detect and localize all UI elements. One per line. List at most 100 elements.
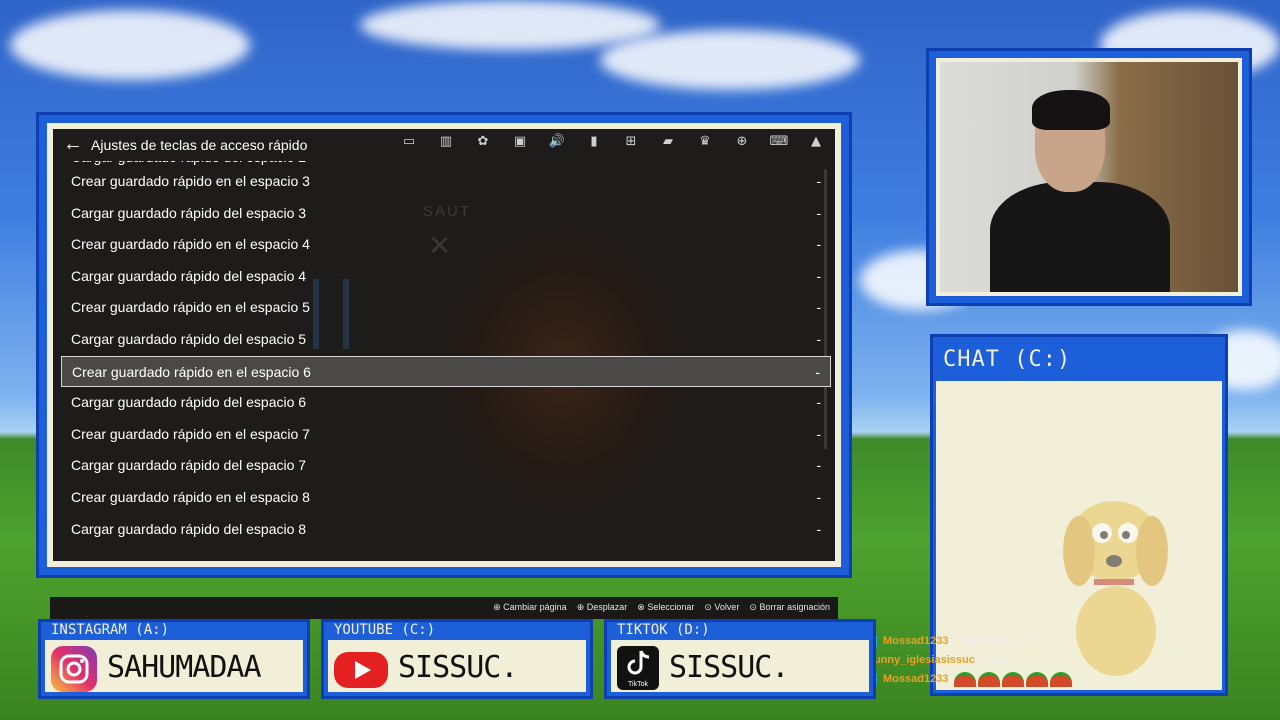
- social-label: YOUTUBE (C:): [334, 622, 436, 638]
- hint-label: Borrar asignación: [759, 602, 830, 612]
- hotkey-binding: -: [816, 520, 821, 537]
- chat-message: Bunny_iglesiasissuc X salto: [866, 651, 1166, 670]
- cpu-icon[interactable]: ▥: [435, 134, 457, 149]
- emote-icon: [953, 671, 976, 687]
- chat-title: CHAT (C:): [943, 347, 1072, 372]
- hint-label: Seleccionar: [647, 602, 695, 612]
- webcam-frame-inner: [936, 58, 1242, 296]
- hotkey-row[interactable]: Cargar guardado rápido del espacio 7 -: [61, 450, 831, 482]
- hint-scroll: ⊕ Desplazar: [576, 602, 628, 612]
- hotkey-list: Cargar guardado rápido del espacio 2- Cr…: [61, 152, 831, 545]
- hotkey-label: Crear guardado rápido en el espacio 3: [71, 173, 310, 189]
- chat-text: Amigo dale a la X: [950, 635, 1038, 647]
- social-label: INSTAGRAM (A:): [51, 622, 170, 638]
- hotkey-label: Cargar guardado rápido del espacio 7: [71, 457, 307, 474]
- emote-icon: [1025, 671, 1048, 687]
- streamer-hair: [1032, 90, 1110, 130]
- emulator-frame: SAUT ✕ ← Ajustes de teclas de acceso ráp…: [36, 112, 852, 578]
- emote-icon: [1001, 671, 1024, 687]
- keyboard-icon[interactable]: ⌨: [768, 134, 790, 149]
- hotkey-label: Cargar guardado rápido del espacio 3: [71, 204, 307, 221]
- hint-label: Volver: [714, 602, 740, 612]
- chat-message: ▶Mossad1233 Amigo dale a la X: [866, 632, 1166, 651]
- youtube-icon: [334, 652, 388, 688]
- social-label: TIKTOK (D:): [617, 622, 710, 638]
- tiktok-caption: TikTok: [628, 681, 648, 688]
- hotkey-row[interactable]: Crear guardado rápido en el espacio 3 -: [61, 166, 831, 198]
- hotkey-label: Crear guardado rápido en el espacio 8: [71, 488, 310, 505]
- hotkey-label: Crear guardado rápido en el espacio 7: [71, 425, 310, 442]
- hint-label: Cambiar página: [503, 602, 567, 612]
- hotkey-binding: -: [815, 363, 820, 380]
- audio-icon[interactable]: 🔊: [546, 134, 568, 149]
- social-box: TikTok SISSUC.: [611, 640, 869, 692]
- settings-category-tabs: ▭ ▥ ✿ ▣ 🔊 ▮ ⊞ ▰ ♛ ⊕ ⌨ ▲: [398, 134, 827, 149]
- social-handle[interactable]: SAHUMADAA: [107, 650, 262, 685]
- emulator-frame-inner: SAUT ✕ ← Ajustes de teclas de acceso ráp…: [47, 123, 841, 567]
- cloud: [600, 30, 860, 90]
- hotkey-binding: -: [816, 394, 821, 411]
- hotkey-settings-window: SAUT ✕ ← Ajustes de teclas de acceso ráp…: [53, 129, 835, 561]
- hotkey-binding: -: [816, 236, 821, 253]
- hint-back: ⊙ Volver: [704, 602, 740, 612]
- hotkey-binding: -: [816, 299, 821, 316]
- page-title: Ajustes de teclas de acceso rápido: [91, 137, 308, 153]
- social-handle[interactable]: SISSUC.: [398, 650, 518, 685]
- hotkey-row[interactable]: Crear guardado rápido en el espacio 5 -: [61, 292, 831, 324]
- hotkey-binding: -: [816, 267, 821, 284]
- emote-icon: [1049, 671, 1072, 687]
- social-handle[interactable]: SISSUC.: [669, 650, 789, 685]
- hotkey-row[interactable]: Cargar guardado rápido del espacio 8 -: [61, 514, 831, 546]
- webcam-frame: [926, 48, 1252, 306]
- trophy-icon[interactable]: ♛: [694, 134, 716, 149]
- instagram-panel: INSTAGRAM (A:) SAHUMADAA: [38, 619, 310, 699]
- social-box: SISSUC.: [328, 640, 586, 692]
- gamepad-icon[interactable]: ⊕: [731, 134, 753, 149]
- emote-icon: [977, 671, 1000, 687]
- hotkey-row[interactable]: Crear guardado rápido en el espacio 8 -: [61, 482, 831, 514]
- display-icon[interactable]: ▭: [398, 134, 420, 149]
- hint-select: ⊗ Seleccionar: [637, 602, 695, 612]
- network-icon[interactable]: ⊞: [620, 134, 642, 149]
- hotkey-label: Cargar guardado rápido del espacio 6: [71, 394, 307, 411]
- chat-messages: ▶Mossad1233 Amigo dale a la X Bunny_igle…: [866, 632, 1166, 689]
- tiktok-panel: TIKTOK (D:) TikTok SISSUC.: [604, 619, 876, 699]
- hotkey-binding: -: [816, 457, 821, 474]
- controller-hints-bar: ⊕ Cambiar página ⊕ Desplazar ⊗ Seleccion…: [50, 597, 838, 619]
- hotkey-label: Crear guardado rápido en el espacio 5: [71, 299, 310, 316]
- chat-username[interactable]: Mossad1233: [883, 673, 948, 685]
- image-icon[interactable]: ▣: [509, 134, 531, 149]
- system-icon[interactable]: ✿: [472, 134, 494, 149]
- hotkey-row-selected[interactable]: Crear guardado rápido en el espacio 6 -: [61, 355, 831, 388]
- warning-icon[interactable]: ▲: [805, 134, 827, 149]
- controller-icon[interactable]: ▮: [583, 134, 605, 149]
- cloud: [10, 10, 250, 80]
- chat-username[interactable]: Mossad1233: [883, 635, 948, 647]
- hotkey-row[interactable]: Cargar guardado rápido del espacio 3 -: [61, 198, 831, 230]
- tiktok-icon: TikTok: [617, 646, 659, 690]
- back-arrow-icon[interactable]: ←: [63, 133, 83, 156]
- hotkey-label: Cargar guardado rápido del espacio 4: [71, 267, 307, 284]
- hotkey-row[interactable]: Crear guardado rápido en el espacio 4 -: [61, 229, 831, 261]
- hotkey-binding: -: [816, 173, 821, 189]
- instagram-icon: [51, 646, 97, 692]
- hotkey-binding: -: [816, 204, 821, 221]
- hotkey-label: Cargar guardado rápido del espacio 5: [71, 330, 307, 347]
- hotkey-binding: -: [816, 425, 821, 442]
- hotkey-label: Crear guardado rápido en el espacio 4: [71, 236, 310, 253]
- hotkey-label: Cargar guardado rápido del espacio 8: [71, 520, 307, 537]
- chat-text: X salto: [977, 654, 1012, 666]
- hint-label: Desplazar: [586, 602, 628, 612]
- folder-icon[interactable]: ▰: [657, 134, 679, 149]
- hint-change-page: ⊕ Cambiar página: [493, 602, 567, 612]
- hotkey-row[interactable]: Crear guardado rápido en el espacio 7 -: [61, 419, 831, 451]
- chat-message: ▶Mossad1233: [866, 670, 1166, 689]
- youtube-panel: YOUTUBE (C:) SISSUC.: [321, 619, 593, 699]
- hotkey-row[interactable]: Cargar guardado rápido del espacio 6 -: [61, 387, 831, 419]
- hotkey-row[interactable]: Cargar guardado rápido del espacio 4 -: [61, 261, 831, 293]
- chat-username[interactable]: Bunny_iglesiasissuc: [866, 654, 975, 666]
- hotkey-binding: -: [816, 488, 821, 505]
- hotkey-binding: -: [816, 330, 821, 347]
- hotkey-label: Crear guardado rápido en el espacio 6: [72, 363, 311, 380]
- hotkey-row[interactable]: Cargar guardado rápido del espacio 5 -: [61, 324, 831, 356]
